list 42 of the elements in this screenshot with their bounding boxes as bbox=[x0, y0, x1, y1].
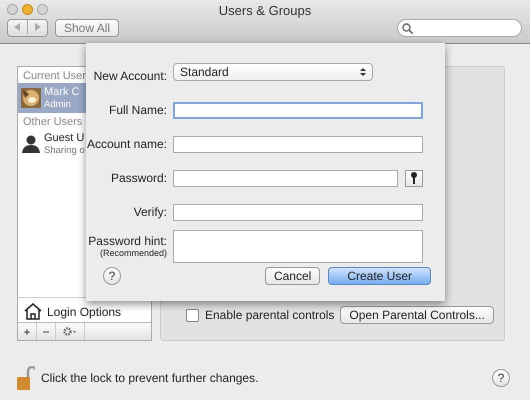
user-name: Mark C bbox=[44, 86, 80, 99]
create-user-button[interactable]: Create User bbox=[328, 267, 431, 285]
remove-button[interactable]: − bbox=[37, 323, 56, 340]
account-type-popup[interactable]: Standard bbox=[173, 63, 373, 81]
input-field[interactable] bbox=[173, 102, 423, 118]
search-field[interactable] bbox=[397, 19, 522, 37]
add-button[interactable]: + bbox=[18, 323, 37, 340]
user-role: Admin bbox=[44, 99, 71, 110]
section-header: Current User bbox=[22, 69, 87, 83]
help-button[interactable]: ? bbox=[103, 267, 121, 285]
gear-icon bbox=[63, 327, 77, 336]
field-label: Password: bbox=[110, 171, 167, 185]
input-field[interactable] bbox=[173, 136, 423, 152]
person-icon bbox=[21, 134, 41, 154]
open-parental-controls-button[interactable]: Open Parental Controls... bbox=[340, 306, 494, 324]
cancel-button[interactable]: Cancel bbox=[264, 267, 320, 285]
zoom-button[interactable] bbox=[37, 4, 48, 15]
hint-field[interactable] bbox=[173, 230, 423, 262]
lock-icon[interactable] bbox=[17, 366, 35, 390]
checkbox-label: Enable parental controls bbox=[205, 308, 334, 322]
input-field[interactable] bbox=[173, 170, 398, 186]
window-title: Users & Groups bbox=[218, 3, 312, 18]
field-label: Verify: bbox=[132, 205, 167, 219]
checkbox[interactable] bbox=[186, 308, 199, 322]
section-header: Other Users bbox=[22, 115, 84, 129]
house-icon bbox=[24, 303, 42, 320]
field-label: Account name: bbox=[86, 137, 167, 151]
minimize-button[interactable] bbox=[22, 4, 33, 15]
user-name: Guest U bbox=[44, 132, 84, 145]
close-button[interactable] bbox=[7, 4, 18, 15]
lock-text: Click the lock to prevent further changes. bbox=[41, 371, 258, 385]
back-forward-buttons[interactable] bbox=[7, 19, 48, 37]
stepper-arrows-icon bbox=[360, 67, 366, 77]
user-role: Sharing o bbox=[44, 145, 85, 156]
field-label: New Account: bbox=[92, 69, 167, 83]
field-sublabel: (Recommended) bbox=[100, 248, 167, 258]
search-icon bbox=[402, 22, 413, 34]
key-icon[interactable] bbox=[405, 170, 423, 186]
input-field[interactable] bbox=[173, 204, 423, 220]
show-all-button[interactable]: Show All bbox=[55, 19, 120, 37]
help-button[interactable]: ? bbox=[492, 369, 510, 387]
field-label: Password hint: bbox=[88, 234, 167, 248]
